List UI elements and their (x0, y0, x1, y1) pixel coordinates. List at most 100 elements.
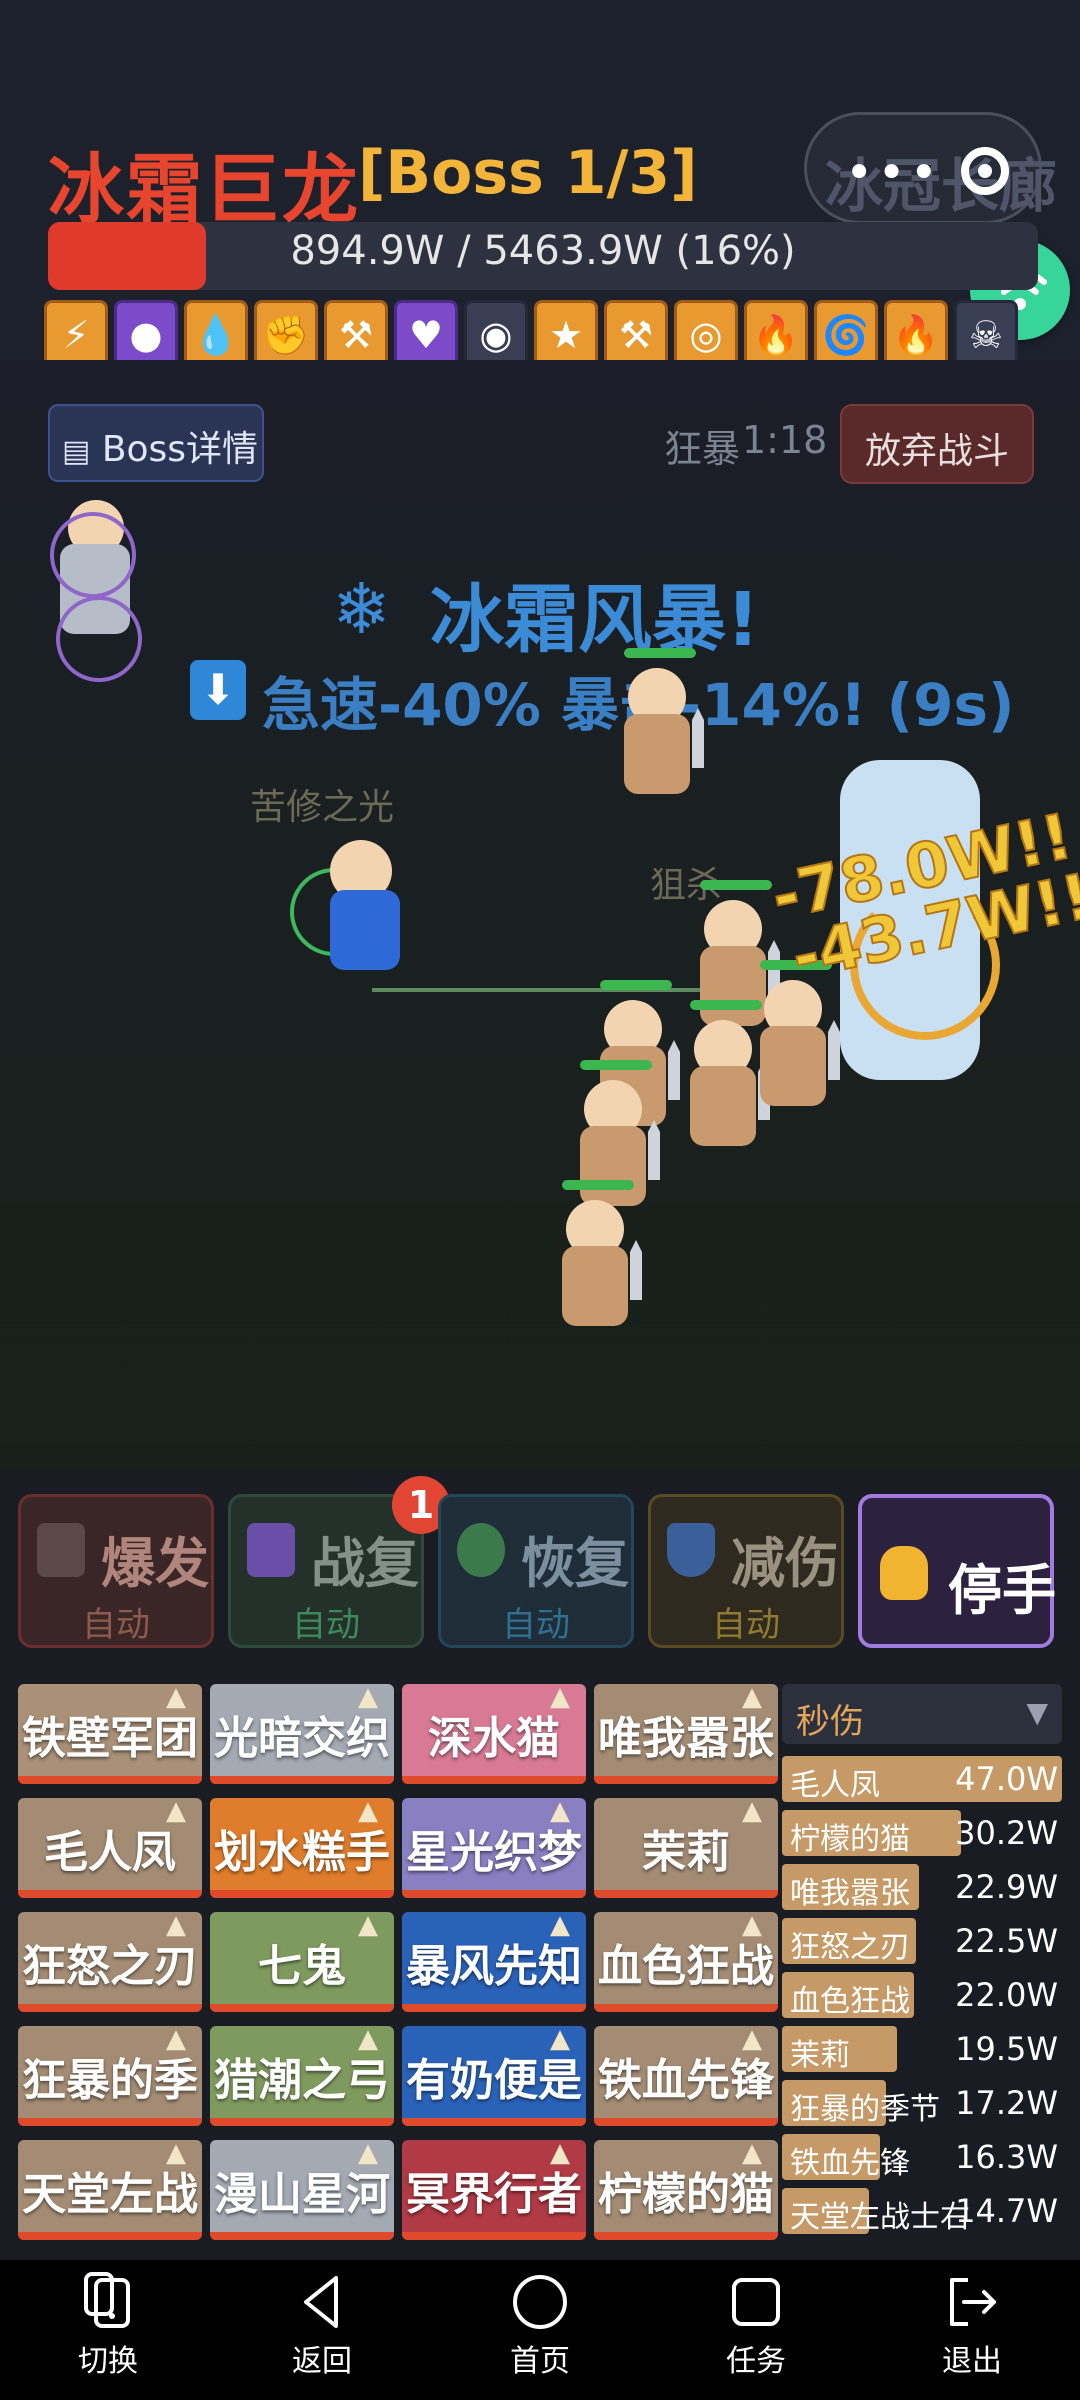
boss-hp-bar: 894.9W / 5463.9W (16%) (48, 222, 1038, 290)
member-hp-bar (402, 1776, 586, 1784)
dps-value: 16.3W (955, 2138, 1058, 2176)
dps-row: 血色狂战 22.0W (782, 1970, 1062, 2020)
boss-detail-button[interactable]: ▤ Boss详情 (48, 404, 264, 482)
skill-mode: 自动 (712, 1605, 780, 1645)
member-card[interactable]: 深水猫 ▲ (402, 1684, 586, 1784)
drop-icon: 💧 (184, 300, 248, 360)
member-card[interactable]: 狂怒之刃 ▲ (18, 1912, 202, 2012)
more-icon[interactable]: ••• (845, 145, 942, 201)
member-card[interactable]: 茉莉 ▲ (594, 1798, 778, 1898)
fire-icon: 🔥 (744, 300, 808, 360)
rank-marker-icon: ▲ (358, 2026, 378, 2054)
target-icon: ◎ (674, 300, 738, 360)
rank-marker-icon: ▲ (742, 1798, 762, 1826)
member-card[interactable]: 七鬼 ▲ (210, 1912, 394, 2012)
hammer-icon: ⚒ (324, 300, 388, 360)
member-card[interactable]: 光暗交织 ▲ (210, 1684, 394, 1784)
skill-name: 恢复 (521, 1532, 629, 1595)
member-hp-bar (18, 2004, 202, 2012)
dps-value: 22.9W (955, 1868, 1058, 1906)
skill-reduce-damage-button[interactable]: 减伤 自动 (648, 1494, 844, 1648)
dps-member-name: 茉莉 (790, 2038, 850, 2073)
member-card[interactable]: 天堂左战 ▲ (18, 2140, 202, 2240)
float-skill-label: 苦修之光 (250, 787, 395, 828)
rank-marker-icon: ▲ (358, 1912, 378, 1940)
dps-member-name: 狂怒之刃 (790, 1930, 910, 1965)
rank-marker-icon: ▲ (742, 2140, 762, 2168)
member-hp-bar (18, 2118, 202, 2126)
abandon-battle-button[interactable]: 放弃战斗 (840, 404, 1034, 484)
member-card[interactable]: 漫山星河 ▲ (210, 2140, 394, 2240)
hammer-icon: ⚒ (604, 300, 668, 360)
bottom-navigation: 切换 返回 首页 任务 退出 (0, 2260, 1080, 2400)
cross-icon (247, 1523, 295, 1577)
member-hp-bar (594, 2004, 778, 2012)
member-hp-bar (18, 1890, 202, 1898)
member-card[interactable]: 铁血先锋 ▲ (594, 2026, 778, 2126)
dps-member-name: 毛人凤 (790, 1768, 880, 1803)
rank-marker-icon: ▲ (358, 1798, 378, 1826)
member-hp-bar (402, 2004, 586, 2012)
member-card[interactable]: 星光织梦 ▲ (402, 1798, 586, 1898)
dps-title: 秒伤 (796, 1702, 864, 1742)
member-card[interactable]: 划水糕手 ▲ (210, 1798, 394, 1898)
nav-label: 任务 (726, 2344, 786, 2379)
rank-marker-icon: ▲ (550, 1912, 570, 1940)
tornado-icon: 🌀 (814, 300, 878, 360)
member-hp-bar (594, 2232, 778, 2240)
close-target-icon[interactable] (961, 147, 1009, 195)
member-card[interactable]: 暴风先知 ▲ (402, 1912, 586, 2012)
dps-member-name: 唯我嚣张 (790, 1876, 910, 1911)
nav-label: 首页 (510, 2344, 570, 2379)
nav-label: 返回 (292, 2344, 352, 2379)
member-card[interactable]: 狂暴的季 ▲ (18, 2026, 202, 2126)
home-circle-icon (513, 2275, 567, 2329)
nav-back[interactable]: 返回 (262, 2272, 382, 2392)
member-hp-bar (594, 1776, 778, 1784)
skill-mode: 自动 (82, 1605, 150, 1645)
mini-program-capsule[interactable]: 冰冠长廊 ••• (804, 112, 1057, 224)
dps-sort-dropdown[interactable]: 秒伤 ▼ (782, 1684, 1062, 1744)
skill-recover-button[interactable]: 恢复 自动 (438, 1494, 634, 1648)
shield-ring (56, 596, 142, 682)
unit-body (330, 890, 400, 970)
member-card[interactable]: 毛人凤 ▲ (18, 1798, 202, 1898)
member-card[interactable]: 唯我嚣张 ▲ (594, 1684, 778, 1784)
member-card[interactable]: 血色狂战 ▲ (594, 1912, 778, 2012)
dps-member-name: 柠檬的猫 (790, 1822, 910, 1857)
skill-name: 减伤 (731, 1532, 839, 1595)
muscle-icon: ✊ (254, 300, 318, 360)
nav-switch[interactable]: 切换 (48, 2272, 168, 2392)
member-card[interactable]: 冥界行者 ▲ (402, 2140, 586, 2240)
member-hp-bar (402, 1890, 586, 1898)
snowflake-icon: ❄ (332, 568, 391, 650)
dps-value: 14.7W (955, 2192, 1058, 2230)
nav-home[interactable]: 首页 (480, 2272, 600, 2392)
crossed-swords-icon (37, 1523, 85, 1577)
dps-row: 天堂左战士右 14.7W (782, 2186, 1062, 2236)
member-card[interactable]: 铁壁军团 ▲ (18, 1684, 202, 1784)
nav-tasks[interactable]: 任务 (696, 2272, 816, 2392)
berserk-timer: 1:18 (742, 418, 828, 462)
member-hp-bar (402, 2232, 586, 2240)
chevron-down-icon: ▼ (1026, 1696, 1048, 1729)
rank-marker-icon: ▲ (166, 1912, 186, 1940)
member-hp-bar (594, 1890, 778, 1898)
rank-marker-icon: ▲ (358, 2140, 378, 2168)
berserk-label: 狂暴 (664, 427, 741, 471)
boss-detail-label: Boss详情 (101, 429, 259, 470)
skill-burst-button[interactable]: 爆发 自动 (18, 1494, 214, 1648)
boss-skill-banner: 冰霜风暴! (430, 577, 760, 663)
skull-icon: ☠ (954, 300, 1018, 360)
member-card[interactable]: 猎潮之弓 ▲ (210, 2026, 394, 2126)
stop-attack-button[interactable]: 停手 (858, 1494, 1056, 1648)
member-card[interactable]: 柠檬的猫 ▲ (594, 2140, 778, 2240)
skill-mode: 自动 (502, 1605, 570, 1645)
member-card[interactable]: 有奶便是 ▲ (402, 2026, 586, 2126)
dps-value: 47.0W (955, 1760, 1058, 1798)
boss-buff-row: ⚡ ● 💧 ✊ ⚒ ♥ ◉ ★ ⚒ ◎ 🔥 🌀 🔥 ☠ (44, 300, 1044, 360)
nav-exit[interactable]: 退出 (912, 2272, 1032, 2392)
dps-row: 狂怒之刃 22.5W (782, 1916, 1062, 1966)
member-hp-bar (18, 2232, 202, 2240)
document-icon: ▤ (62, 434, 91, 469)
